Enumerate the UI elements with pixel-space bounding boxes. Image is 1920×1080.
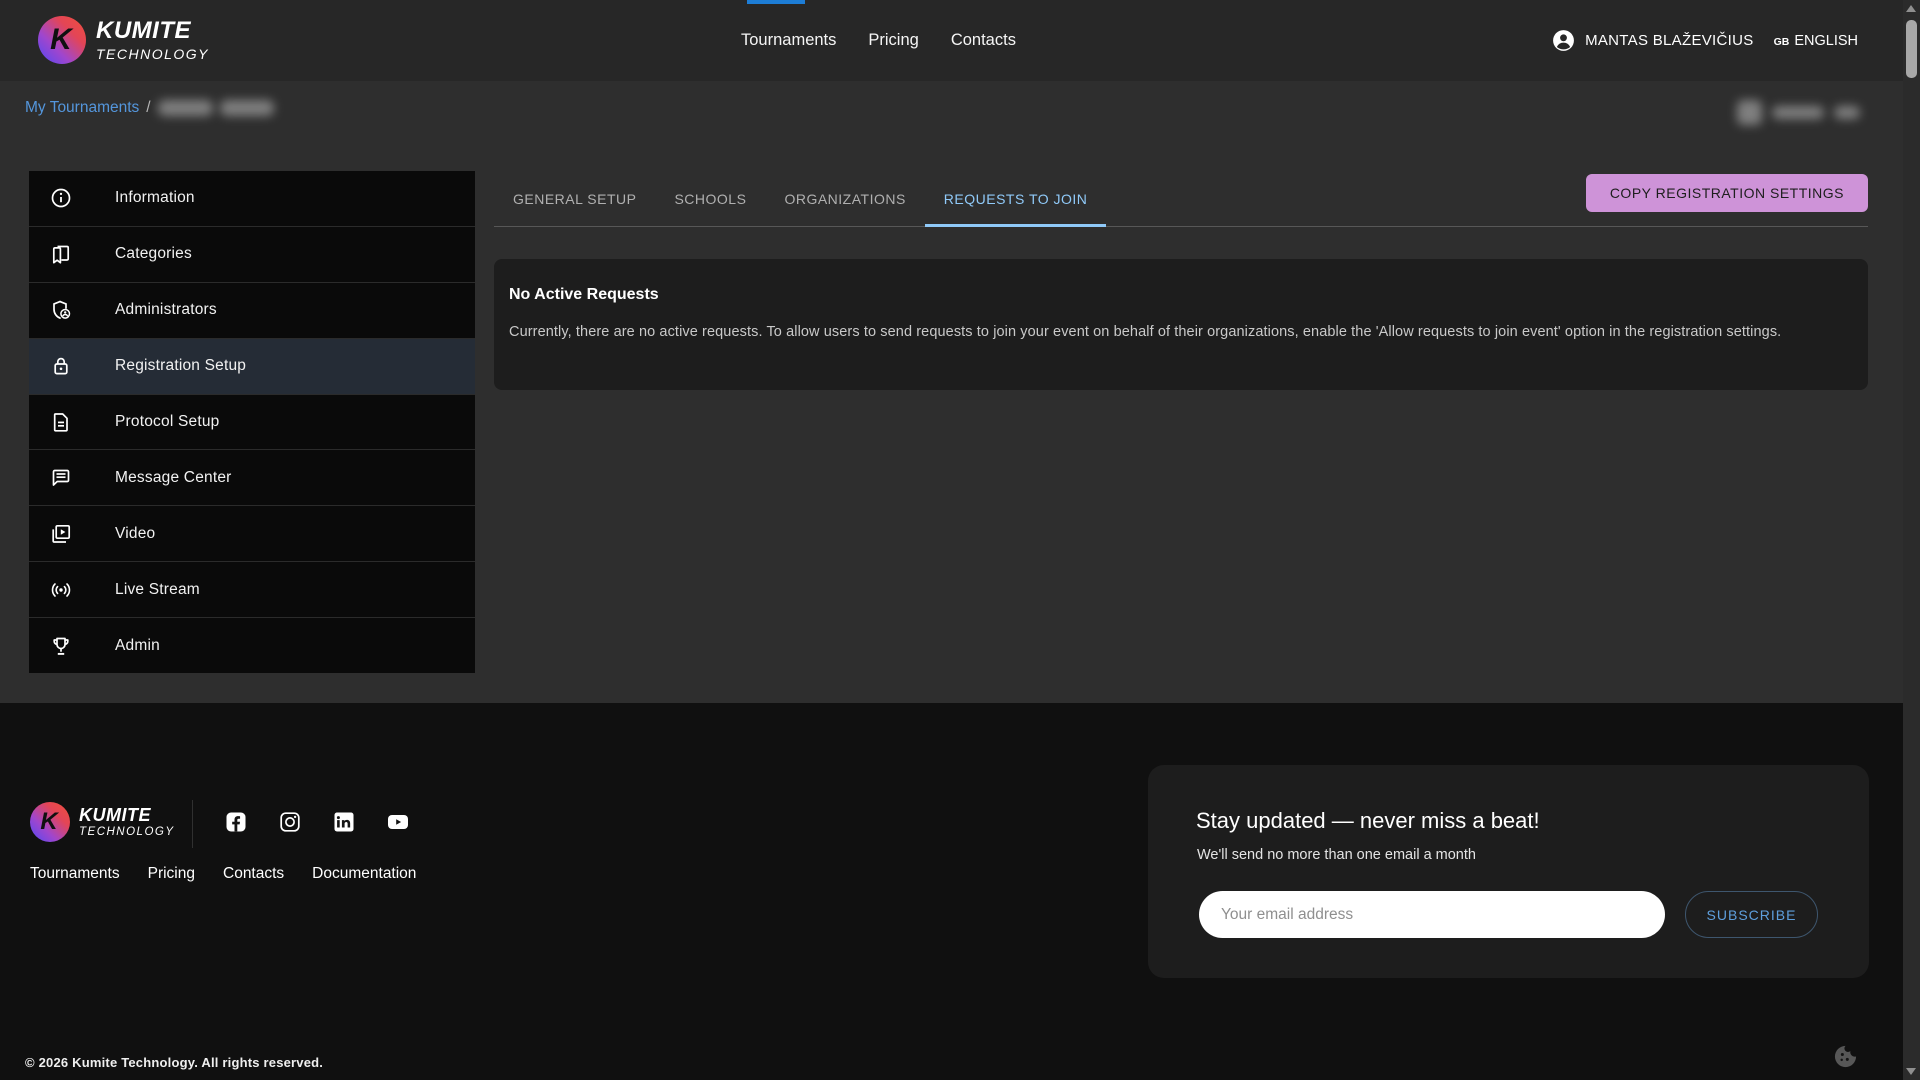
live-stream-icon: [49, 578, 73, 602]
sidebar-item-message-center[interactable]: Message Center: [29, 449, 475, 505]
trophy-icon: [49, 634, 73, 658]
social-links: [224, 810, 410, 834]
page: K KUMITE TECHNOLOGY Tournaments Pricing …: [0, 0, 1920, 1080]
no-active-requests-card: No Active Requests Currently, there are …: [494, 259, 1868, 390]
sidebar-item-protocol-setup[interactable]: Protocol Setup: [29, 394, 475, 450]
sidebar-item-live-stream[interactable]: Live Stream: [29, 561, 475, 617]
info-icon: [49, 186, 73, 210]
brand-logo[interactable]: K KUMITE TECHNOLOGY: [38, 16, 209, 64]
sidebar-item-admin[interactable]: Admin: [29, 617, 475, 673]
admin-shield-icon: [49, 298, 73, 322]
footer-divider: [192, 800, 193, 848]
tab-general-setup[interactable]: GENERAL SETUP: [494, 171, 655, 226]
sidebar-item-administrators[interactable]: Administrators: [29, 282, 475, 338]
breadcrumb-separator: /: [146, 99, 150, 117]
footer-brand-subtitle: TECHNOLOGY: [79, 827, 175, 839]
copyright-text: © 2026 Kumite Technology. All rights res…: [25, 1055, 323, 1070]
language-switcher[interactable]: GB ENGLISH: [1774, 33, 1858, 49]
nav-tournaments[interactable]: Tournaments: [741, 31, 836, 50]
calendar-icon: [1737, 100, 1762, 125]
scrollbar: [1903, 0, 1920, 1080]
video-icon: [49, 522, 73, 546]
top-header: K KUMITE TECHNOLOGY Tournaments Pricing …: [0, 0, 1920, 81]
facebook-icon[interactable]: [224, 810, 248, 834]
nav-contacts[interactable]: Contacts: [951, 31, 1016, 50]
footer: K KUMITE TECHNOLOGY: [0, 703, 1920, 1080]
kumite-logo-icon: K: [30, 802, 70, 842]
user-menu[interactable]: MANTAS BLAŽEVIČIUS: [1551, 28, 1754, 53]
breadcrumb: My Tournaments /: [25, 99, 274, 117]
footer-link-documentation[interactable]: Documentation: [312, 865, 416, 883]
user-avatar-icon: [1551, 28, 1576, 53]
newsletter-email-input[interactable]: [1199, 891, 1665, 938]
breadcrumb-my-tournaments[interactable]: My Tournaments: [25, 99, 139, 117]
subscribe-button[interactable]: SUBSCRIBE: [1685, 891, 1818, 938]
registration-tabs: GENERAL SETUP SCHOOLS ORGANIZATIONS REQU…: [494, 171, 1868, 227]
footer-brand-name: KUMITE: [79, 806, 175, 824]
instagram-icon[interactable]: [278, 810, 302, 834]
nav-pricing[interactable]: Pricing: [868, 31, 918, 50]
user-name: MANTAS BLAŽEVIČIUS: [1585, 32, 1754, 49]
brand-subtitle: TECHNOLOGY: [96, 47, 209, 61]
redacted-tournament-name: [220, 100, 274, 116]
language-code: GB: [1774, 36, 1790, 48]
redacted-date-badge: [1737, 97, 1867, 127]
user-area: MANTAS BLAŽEVIČIUS GB ENGLISH: [1551, 0, 1858, 81]
kumite-logo-icon: K: [38, 16, 86, 64]
newsletter-title: Stay updated — never miss a beat!: [1196, 808, 1540, 834]
tab-organizations[interactable]: ORGANIZATIONS: [765, 171, 924, 226]
newsletter-subtitle: We'll send no more than one email a mont…: [1197, 847, 1476, 863]
footer-link-contacts[interactable]: Contacts: [223, 865, 284, 883]
language-label: ENGLISH: [1794, 33, 1858, 49]
newsletter-card: Stay updated — never miss a beat! We'll …: [1148, 765, 1869, 978]
footer-links: Tournaments Pricing Contacts Documentati…: [30, 865, 416, 883]
footer-brand-logo[interactable]: K KUMITE TECHNOLOGY: [30, 802, 175, 842]
redacted-tournament-name: [158, 100, 213, 116]
lock-icon: [49, 354, 73, 378]
scrollbar-thumb[interactable]: [1906, 20, 1917, 78]
youtube-icon[interactable]: [386, 810, 410, 834]
scrollbar-down-arrow[interactable]: [1906, 1068, 1916, 1075]
sidebar-item-registration-setup[interactable]: Registration Setup: [29, 338, 475, 394]
tab-requests-to-join[interactable]: REQUESTS TO JOIN: [925, 171, 1107, 226]
linkedin-icon[interactable]: [332, 810, 356, 834]
tournament-sidebar: Information Categories Ad: [29, 171, 475, 673]
footer-link-tournaments[interactable]: Tournaments: [30, 865, 120, 883]
sidebar-item-information[interactable]: Information: [29, 171, 475, 226]
message-icon: [49, 466, 73, 490]
categories-icon: [49, 242, 73, 266]
main-nav: Tournaments Pricing Contacts: [741, 0, 1016, 81]
tab-schools[interactable]: SCHOOLS: [655, 171, 765, 226]
footer-link-pricing[interactable]: Pricing: [148, 865, 195, 883]
empty-state-message: Currently, there are no active requests.…: [509, 324, 1852, 340]
sidebar-item-video[interactable]: Video: [29, 505, 475, 561]
copy-registration-settings-button[interactable]: COPY REGISTRATION SETTINGS: [1586, 174, 1868, 212]
empty-state-title: No Active Requests: [509, 286, 1852, 304]
document-icon: [49, 410, 73, 434]
cookie-settings-icon[interactable]: [1832, 1043, 1859, 1070]
scrollbar-up-arrow[interactable]: [1906, 5, 1916, 12]
sidebar-item-categories[interactable]: Categories: [29, 226, 475, 282]
brand-name: KUMITE: [96, 19, 209, 43]
